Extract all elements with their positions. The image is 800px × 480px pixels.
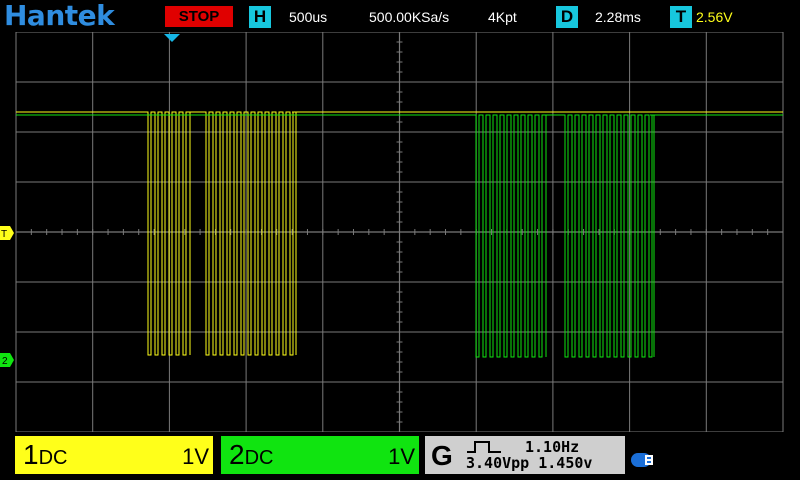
memory-depth-value: 4Kpt: [488, 9, 517, 25]
trigger-position-marker[interactable]: [164, 34, 180, 42]
status-bar: Hantek STOP H 500us 500.00KSa/s 4Kpt D 2…: [0, 0, 800, 32]
channel-1-scale: 1V: [182, 444, 209, 469]
graticule: [15, 32, 784, 432]
channel-1-info[interactable]: 1DC 1V: [15, 436, 213, 474]
channel-1-coupling: DC: [38, 447, 68, 469]
generator-offset: 1.450v: [538, 454, 593, 472]
delay-value[interactable]: 2.28ms: [595, 9, 641, 25]
channel-2-number: 2: [229, 439, 245, 470]
ch1-marker-label: T: [1, 229, 7, 240]
run-stop-button[interactable]: STOP: [165, 6, 233, 27]
timebase-value[interactable]: 500us: [289, 9, 327, 25]
channel-2-coupling: DC: [244, 447, 274, 469]
generator-label: G: [431, 440, 453, 471]
sample-rate-value: 500.00KSa/s: [369, 9, 450, 25]
delay-label: D: [556, 6, 578, 28]
channel-2-info[interactable]: 2DC 1V: [221, 436, 419, 474]
trigger-label: T: [670, 6, 692, 28]
ch2-marker-label: 2: [2, 356, 8, 367]
generator-amplitude: 3.40Vpp: [466, 454, 530, 472]
channel-2-label: 2DC: [229, 439, 273, 471]
channel-1-number: 1: [23, 439, 39, 470]
trigger-level-value[interactable]: 2.56V: [696, 9, 733, 25]
square-wave-icon: [467, 441, 501, 453]
generator-amplitude-offset: 3.40Vpp 1.450v: [466, 454, 592, 472]
channel-1-label: 1DC: [23, 439, 67, 471]
brand-logo: Hantek: [4, 0, 115, 32]
usb-icon: [631, 453, 653, 467]
channel-2-scale: 1V: [388, 444, 415, 469]
waveform-display[interactable]: T 2: [0, 32, 800, 432]
horizontal-label: H: [249, 6, 271, 28]
generator-info[interactable]: G 1.10Hz 3.40Vpp 1.450v: [425, 436, 625, 474]
